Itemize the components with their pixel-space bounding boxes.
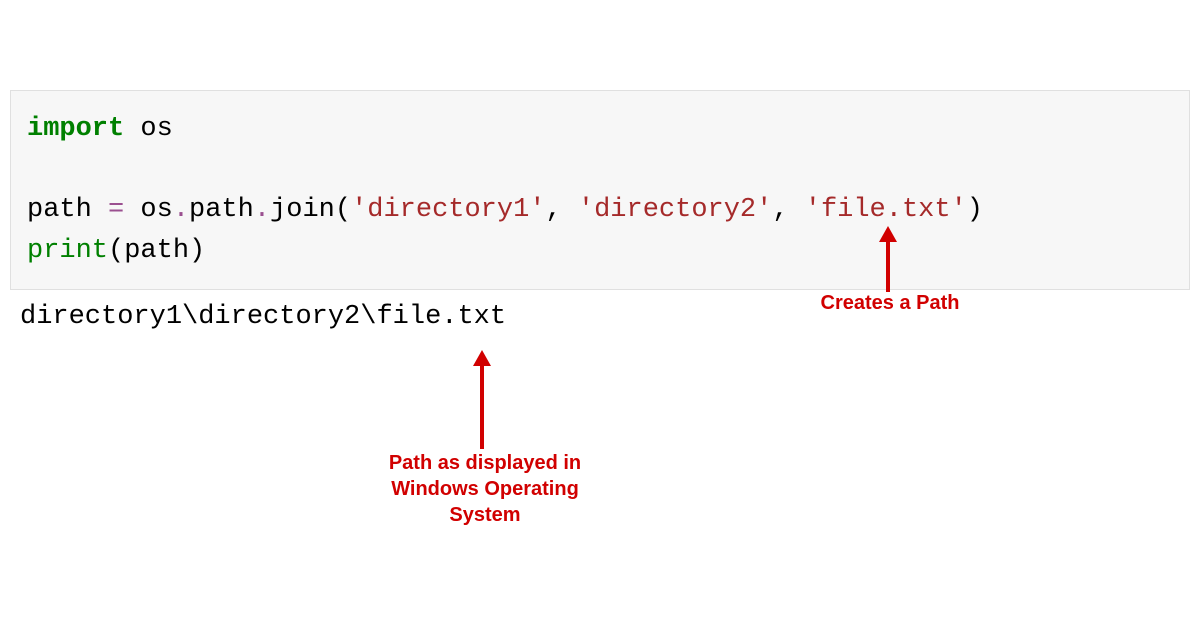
annotation-creates-path: Creates a Path: [800, 290, 980, 316]
attr-path: path: [189, 195, 254, 225]
paren-close: ): [967, 195, 983, 225]
variable-name: path: [27, 195, 108, 225]
dot-operator: .: [254, 195, 270, 225]
string-arg3: 'file.txt': [805, 195, 967, 225]
paren-close: ): [189, 236, 205, 266]
function-join: join: [270, 195, 335, 225]
keyword-import: import: [27, 114, 124, 144]
dot-operator: .: [173, 195, 189, 225]
builtin-print: print: [27, 236, 108, 266]
equals-operator: =: [108, 195, 124, 225]
paren-open: (: [335, 195, 351, 225]
code-block: import os path = os.path.join('directory…: [10, 90, 1190, 290]
string-arg1: 'directory1': [351, 195, 545, 225]
paren-open: (: [108, 236, 124, 266]
string-arg2: 'directory2': [578, 195, 772, 225]
comma: ,: [546, 195, 578, 225]
print-arg: path: [124, 236, 189, 266]
module-name: os: [124, 114, 173, 144]
annotation-path-displayed: Path as displayed in Windows Operating S…: [375, 450, 595, 528]
code-output: directory1\directory2\file.txt: [20, 302, 1190, 332]
object-os: os: [124, 195, 173, 225]
comma: ,: [772, 195, 804, 225]
